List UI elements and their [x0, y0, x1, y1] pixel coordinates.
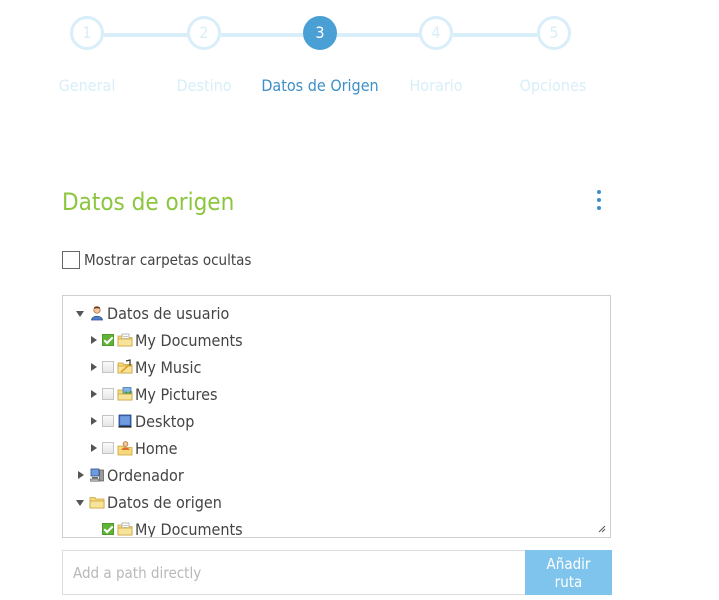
step-5-circle[interactable]: 5: [537, 16, 571, 50]
tree-checkbox[interactable]: [102, 442, 114, 454]
tree-node-label: My Documents: [135, 519, 243, 538]
source-tree[interactable]: Datos de usuario My Documents My Music M…: [62, 295, 611, 538]
tree-node-label: My Pictures: [135, 384, 218, 404]
tree-node-datos-de-usuario[interactable]: Datos de usuario: [75, 301, 229, 325]
tree-checkbox[interactable]: [102, 388, 114, 400]
tree-node-ordenador[interactable]: Ordenador: [75, 463, 184, 487]
tree-node-source-my-documents[interactable]: My Documents: [88, 517, 243, 538]
step-connector: [221, 33, 303, 37]
checkbox-icon[interactable]: [62, 251, 80, 269]
tree-node-label: My Documents: [135, 330, 243, 350]
tree-checkbox[interactable]: [102, 361, 114, 373]
add-path-row: Añadir ruta: [62, 550, 612, 595]
tree-node-label: Home: [135, 438, 178, 458]
step-connector: [453, 33, 537, 37]
documents-folder-icon: [117, 522, 133, 536]
expand-arrow-icon[interactable]: [88, 416, 98, 426]
step-2-circle[interactable]: 2: [187, 16, 221, 50]
tree-node-datos-de-origen[interactable]: Datos de origen: [75, 490, 222, 514]
kebab-menu-icon[interactable]: [594, 190, 604, 216]
step-connector: [337, 33, 420, 37]
add-path-button[interactable]: Añadir ruta: [525, 550, 612, 595]
step-3-circle[interactable]: 3: [303, 16, 337, 50]
show-hidden-folders-label: Mostrar carpetas ocultas: [84, 251, 252, 269]
tree-node-label: Desktop: [135, 411, 195, 431]
tree-node-label: Ordenador: [107, 465, 184, 485]
expand-arrow-icon[interactable]: [75, 470, 85, 480]
resize-grip-icon[interactable]: [598, 525, 606, 533]
path-input[interactable]: [62, 550, 525, 595]
tree-node-my-pictures[interactable]: My Pictures: [88, 382, 217, 406]
step-connector: [104, 33, 188, 37]
wizard-stepper: 1 2 3 4 5 General Destino Datos de Orige…: [0, 0, 719, 110]
tree-node-label: Datos de usuario: [107, 303, 230, 323]
user-icon: [91, 306, 103, 321]
expand-arrow-icon[interactable]: [75, 308, 85, 318]
step-2-label[interactable]: Destino: [176, 76, 231, 95]
expand-arrow-icon[interactable]: [88, 389, 98, 399]
tree-node-label: My Music: [135, 357, 202, 377]
expand-arrow-icon[interactable]: [88, 362, 98, 372]
step-5-label[interactable]: Opciones: [520, 76, 587, 95]
step-4-label[interactable]: Horario: [409, 76, 462, 95]
expand-arrow-icon[interactable]: [88, 335, 98, 345]
tree-checkbox[interactable]: [102, 334, 114, 346]
music-folder-icon: [117, 359, 133, 374]
step-1-circle[interactable]: 1: [70, 16, 104, 50]
show-hidden-folders-checkbox[interactable]: Mostrar carpetas ocultas: [62, 249, 251, 271]
step-4-circle[interactable]: 4: [419, 16, 453, 50]
tree-node-desktop[interactable]: Desktop: [88, 409, 194, 433]
expand-arrow-icon[interactable]: [75, 497, 85, 507]
tree-node-my-documents[interactable]: My Documents: [88, 328, 243, 352]
step-1-label[interactable]: General: [59, 76, 116, 95]
tree-node-home[interactable]: Home: [88, 436, 178, 460]
expand-arrow-icon[interactable]: [88, 443, 98, 453]
documents-folder-icon: [117, 333, 133, 347]
folder-icon: [89, 497, 105, 509]
desktop-icon: [118, 414, 132, 428]
step-3-label[interactable]: Datos de Origen: [261, 76, 378, 95]
tree-node-label: Datos de origen: [107, 492, 222, 512]
pictures-folder-icon: [117, 387, 133, 401]
section-title: Datos de origen: [62, 188, 235, 216]
tree-checkbox[interactable]: [102, 415, 114, 427]
tree-checkbox[interactable]: [102, 523, 114, 535]
computer-icon: [90, 468, 104, 482]
home-folder-icon: [117, 441, 133, 456]
tree-node-my-music[interactable]: My Music: [88, 355, 201, 379]
